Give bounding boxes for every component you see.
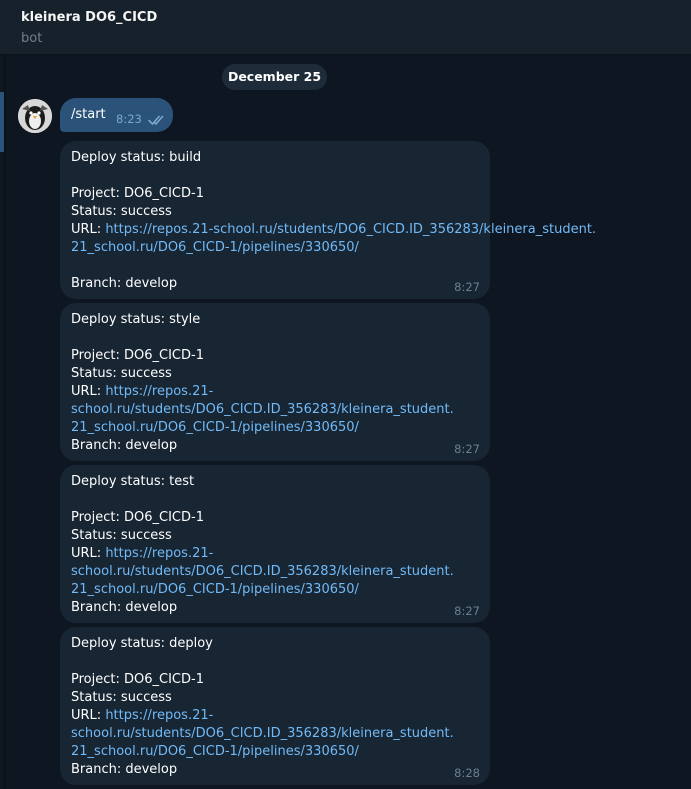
- url-label: URL:: [71, 546, 106, 561]
- message-time: 8:28: [454, 766, 480, 780]
- pipeline-link[interactable]: 21_school.ru/DO6_CICD-1/pipelines/330650…: [71, 240, 359, 255]
- url-line: URL: https://repos.21-: [71, 384, 213, 399]
- bot-message[interactable]: Deploy status: style Project: DO6_CICD-1…: [60, 303, 490, 461]
- message-time: 8:27: [454, 280, 480, 294]
- project-line: Project: DO6_CICD-1: [71, 510, 204, 525]
- outgoing-message[interactable]: /start 8:23: [60, 98, 173, 132]
- avatar[interactable]: [18, 99, 52, 133]
- pipeline-link[interactable]: school.ru/students/DO6_CICD.ID_356283/kl…: [71, 564, 454, 579]
- pipeline-link[interactable]: https://repos.21-: [105, 708, 213, 723]
- pipeline-link[interactable]: school.ru/students/DO6_CICD.ID_356283/kl…: [71, 726, 454, 741]
- double-check-icon: [148, 111, 166, 130]
- pipeline-link[interactable]: https://repos.21-: [105, 384, 213, 399]
- url-line: URL: https://repos.21-school.ru/students…: [71, 222, 596, 237]
- deploy-status-line: Deploy status: style: [71, 312, 201, 327]
- deploy-status-line: Deploy status: deploy: [71, 636, 213, 651]
- pipeline-link[interactable]: 21_school.ru/DO6_CICD-1/pipelines/330650…: [71, 744, 359, 759]
- bot-avatar-icon: [18, 99, 52, 133]
- chat-title[interactable]: kleinera DO6_CICD: [21, 10, 157, 25]
- project-line: Project: DO6_CICD-1: [71, 186, 204, 201]
- branch-line: Branch: develop: [71, 600, 178, 615]
- status-line: Status: success: [71, 366, 172, 381]
- branch-line: Branch: develop: [71, 438, 178, 453]
- chat-subtitle: bot: [21, 31, 43, 46]
- chat-divider: [4, 55, 6, 789]
- url-line: URL: https://repos.21-: [71, 546, 213, 561]
- branch-line: Branch: develop: [71, 762, 178, 777]
- status-line: Status: success: [71, 204, 172, 219]
- chat-header[interactable]: kleinera DO6_CICD bot: [0, 0, 691, 55]
- status-line: Status: success: [71, 528, 172, 543]
- message-time: 8:27: [454, 604, 480, 618]
- pipeline-link[interactable]: https://repos.21-school.ru/students/DO6_…: [105, 222, 596, 237]
- bot-message[interactable]: Deploy status: test Project: DO6_CICD-1 …: [60, 465, 490, 623]
- bot-message[interactable]: Deploy status: build Project: DO6_CICD-1…: [60, 141, 596, 299]
- pipeline-link[interactable]: school.ru/students/DO6_CICD.ID_356283/kl…: [71, 402, 454, 417]
- url-line: URL: https://repos.21-: [71, 708, 213, 723]
- bot-message[interactable]: Deploy status: deploy Project: DO6_CICD-…: [60, 627, 490, 785]
- pipeline-link[interactable]: 21_school.ru/DO6_CICD-1/pipelines/330650…: [71, 420, 359, 435]
- pipeline-link[interactable]: 21_school.ru/DO6_CICD-1/pipelines/330650…: [71, 582, 359, 597]
- message-text: /start: [71, 107, 106, 122]
- deploy-status-line: Deploy status: test: [71, 474, 195, 489]
- url-label: URL:: [71, 384, 106, 399]
- url-label: URL:: [71, 222, 106, 237]
- status-line: Status: success: [71, 690, 172, 705]
- message-time: 8:23: [116, 112, 142, 126]
- pipeline-link[interactable]: https://repos.21-: [105, 546, 213, 561]
- project-line: Project: DO6_CICD-1: [71, 348, 204, 363]
- project-line: Project: DO6_CICD-1: [71, 672, 204, 687]
- selection-indicator: [0, 92, 4, 152]
- url-label: URL:: [71, 708, 106, 723]
- deploy-status-line: Deploy status: build: [71, 150, 202, 165]
- message-time: 8:27: [454, 442, 480, 456]
- branch-line: Branch: develop: [71, 276, 178, 291]
- date-separator: December 25: [222, 64, 327, 90]
